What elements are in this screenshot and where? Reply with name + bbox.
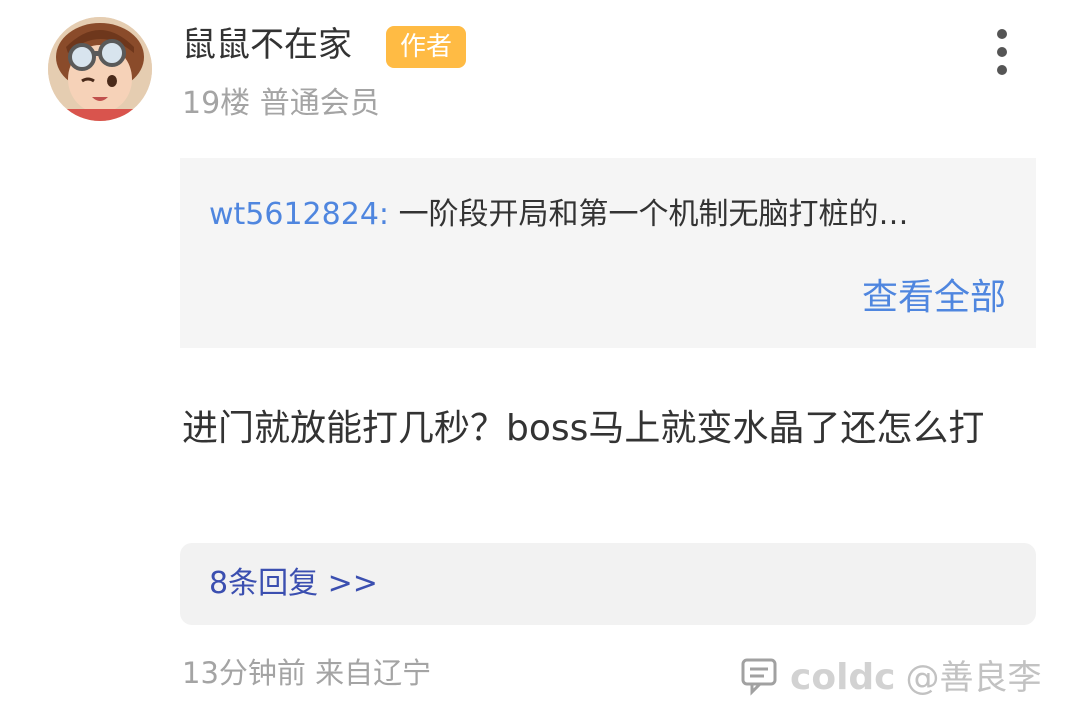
quote-text: 一阶段开局和第一个机制无脑打桩的… [398,197,909,232]
watermark-brand: coldc [790,657,896,698]
post-content: 进门就放能打几秒？boss马上就变水晶了还怎么打 [182,408,985,449]
replies-button[interactable]: 8条回复 >> [180,543,1036,625]
more-vertical-icon[interactable] [988,28,1016,76]
floor-number: 19楼 [182,86,251,121]
avatar[interactable] [48,17,152,121]
member-level: 普通会员 [259,86,380,121]
quote-username[interactable]: wt5612824: [209,197,389,232]
replies-label: 8条回复 >> [209,566,378,601]
comment-icon[interactable] [740,656,780,700]
username[interactable]: 鼠鼠不在家 [182,21,352,69]
post-meta: 19楼 普通会员 [182,82,380,126]
avatar-image [48,17,152,121]
view-all-link[interactable]: 查看全部 [862,273,1006,323]
quoted-reply[interactable]: wt5612824: 一阶段开局和第一个机制无脑打桩的… 查看全部 [180,158,1036,348]
watermark-handle: @善良李 [905,658,1042,698]
watermark: coldc @善良李 [740,648,1042,708]
author-badge: 作者 [386,26,466,68]
post-time-location: 13分钟前 来自辽宁 [182,656,432,690]
quote-line: wt5612824: 一阶段开局和第一个机制无脑打桩的… [209,192,909,238]
